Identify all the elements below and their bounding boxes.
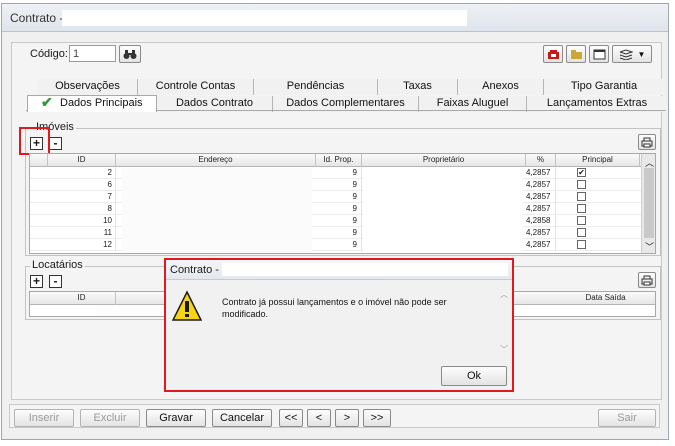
remove-locatario-button[interactable]: - (49, 275, 62, 288)
cell-percent: 4,2857 (526, 167, 556, 179)
principal-checkbox[interactable] (577, 240, 586, 249)
add-locatario-button[interactable]: + (30, 275, 43, 288)
printer-icon (641, 137, 653, 147)
redacted-dialog-title (222, 263, 508, 276)
binoculars-search-button[interactable] (119, 45, 141, 63)
highlight-add-button (19, 127, 50, 155)
remove-imovel-button[interactable]: - (49, 137, 62, 150)
cell-id: 11 (48, 227, 116, 239)
tab-observacoes[interactable]: Observações (38, 79, 138, 95)
print-imoveis-button[interactable] (638, 134, 656, 150)
cell-percent: 4,2857 (526, 203, 556, 215)
alert-dialog: Contrato - Contrato já possui lançamento… (164, 258, 514, 392)
col-id-prop[interactable]: Id. Prop. (316, 154, 362, 167)
dialog-message: Contrato já possui lançamentos e o imóve… (222, 297, 447, 319)
checkmark-icon: ✔ (41, 94, 53, 110)
cell-id-prop: 9 (316, 239, 362, 251)
row-indicator-header (30, 154, 48, 167)
excluir-button[interactable]: Excluir (80, 409, 140, 427)
window-icon (593, 49, 605, 59)
principal-checkbox[interactable] (577, 192, 586, 201)
codigo-input[interactable]: 1 (69, 45, 116, 62)
scroll-down-icon[interactable]: ﹀ (645, 240, 654, 253)
cell-id-prop: 9 (316, 167, 362, 179)
col-endereco[interactable]: Endereço (116, 154, 316, 167)
principal-checkbox[interactable] (577, 228, 586, 237)
gravar-button[interactable]: Gravar (146, 409, 206, 427)
tab-pendencias[interactable]: Pendências (254, 79, 378, 95)
folder-icon (570, 49, 582, 59)
cell-id: 8 (48, 203, 116, 215)
layers-icon (619, 48, 633, 60)
cell-id: 6 (48, 179, 116, 191)
redacted-locatario (96, 305, 164, 316)
cell-id-prop: 9 (316, 191, 362, 203)
cell-percent: 4,2857 (526, 179, 556, 191)
cell-percent: 4,2857 (526, 227, 556, 239)
dialog-message-scrollbar[interactable]: ︿ ﹀ (498, 288, 510, 356)
chevron-down-icon: ▼ (637, 49, 646, 59)
cell-id: 10 (48, 215, 116, 227)
col-percent[interactable]: % (526, 154, 556, 167)
tab-tipo-garantia[interactable]: Tipo Garantia (544, 79, 664, 95)
prev-record-button[interactable]: < (307, 409, 331, 427)
col-proprietario[interactable]: Proprietário (362, 154, 526, 167)
dialog-title-bar: Contrato - (166, 260, 512, 280)
principal-checkbox[interactable] (577, 204, 586, 213)
cell-id-prop: 9 (316, 215, 362, 227)
redacted-enderecos (122, 168, 312, 252)
print-locatarios-button[interactable] (638, 272, 656, 288)
principal-checkbox[interactable] (577, 180, 586, 189)
scroll-down-icon[interactable]: ﹀ (500, 344, 508, 355)
sair-button[interactable]: Sair (598, 409, 656, 427)
tab-taxas[interactable]: Taxas (378, 79, 458, 95)
redacted-title (62, 10, 467, 26)
col-data-saida[interactable]: Data Saída (556, 292, 655, 305)
cell-percent: 4,2857 (526, 239, 556, 251)
ok-button[interactable]: Ok (441, 366, 507, 386)
col-id[interactable]: ID (48, 154, 116, 167)
principal-checkbox[interactable]: ✔ (577, 168, 586, 177)
cell-id-prop: 9 (316, 227, 362, 239)
folder-button[interactable] (566, 45, 586, 63)
warning-icon (172, 290, 202, 321)
col-principal[interactable]: Principal (556, 154, 640, 167)
scroll-thumb[interactable] (644, 168, 654, 238)
next-record-button[interactable]: > (335, 409, 359, 427)
cell-percent: 4,2857 (526, 191, 556, 203)
inserir-button[interactable]: Inserir (14, 409, 74, 427)
cell-id: 7 (48, 191, 116, 203)
imoveis-grid: ID Endereço Id. Prop. Proprietário % Pri… (29, 153, 656, 254)
last-record-button[interactable]: >> (363, 409, 391, 427)
cell-percent: 4,2858 (526, 215, 556, 227)
tab-anexos[interactable]: Anexos (458, 79, 544, 95)
cell-id: 12 (48, 239, 116, 251)
locatarios-label: Locatários (30, 259, 85, 271)
redacted-proprietarios (363, 168, 523, 253)
imoveis-scrollbar[interactable]: ︿ ﹀ (641, 154, 655, 253)
scroll-up-icon[interactable]: ︿ (500, 289, 508, 300)
phone-icon (547, 49, 559, 59)
cell-id-prop: 9 (316, 179, 362, 191)
col-id[interactable]: ID (48, 292, 116, 305)
cell-id: 2 (48, 167, 116, 179)
binoculars-icon (123, 49, 137, 59)
tab-dados-principais[interactable]: ✔ Dados Principais (27, 95, 157, 112)
imoveis-grid-header: ID Endereço Id. Prop. Proprietário % Pri… (30, 154, 655, 167)
cancelar-button[interactable]: Cancelar (212, 409, 272, 427)
title-bar: Contrato - (2, 4, 668, 32)
tab-dados-principais-label: Dados Principais (60, 97, 143, 109)
principal-checkbox[interactable] (577, 216, 586, 225)
tab-controle-contas[interactable]: Controle Contas (138, 79, 254, 95)
phone-button[interactable] (543, 45, 563, 63)
first-record-button[interactable]: << (279, 409, 303, 427)
window-button[interactable] (589, 45, 609, 63)
cell-id-prop: 9 (316, 203, 362, 215)
codigo-label: Código: (30, 48, 68, 60)
dialog-title: Contrato - (170, 264, 219, 276)
printer-icon (641, 275, 653, 285)
layers-menu-button[interactable]: ▼ (612, 45, 652, 63)
window-title: Contrato - (10, 11, 64, 25)
